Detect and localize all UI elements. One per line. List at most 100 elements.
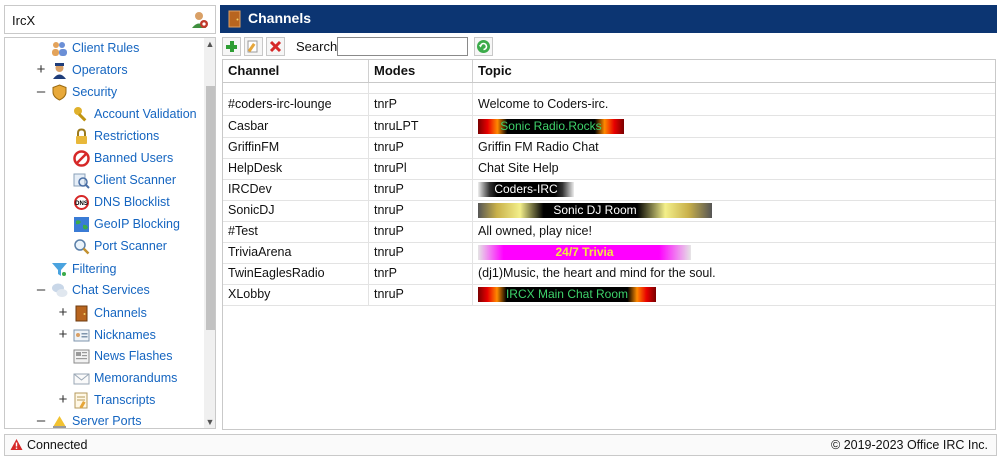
tree-item-transcripts[interactable]: Transcripts [73, 390, 155, 410]
table-row[interactable]: XLobby tnruP IRCX Main Chat Room [223, 284, 995, 306]
table-row[interactable]: SonicDJ tnruP Sonic DJ Room [223, 200, 995, 222]
tree-item-server-ports[interactable]: Server Ports [51, 411, 141, 428]
tree-item-banned-users[interactable]: Banned Users [73, 148, 173, 168]
tree-scrollbar[interactable]: ▲ ▼ [204, 38, 215, 428]
channel-cell: #Test [223, 221, 369, 242]
scroll-down-icon[interactable]: ▼ [204, 416, 215, 428]
grid-spacer-row [223, 83, 995, 94]
user-settings-icon[interactable] [191, 11, 209, 29]
topic-cell: Griffin FM Radio Chat [478, 140, 599, 154]
tree-item-nicknames[interactable]: Nicknames [73, 325, 156, 345]
scroll-thumb[interactable] [206, 86, 215, 330]
delete-icon [269, 40, 282, 53]
plus-icon [226, 41, 237, 52]
topic-banner: 24/7 Trivia [478, 245, 691, 261]
channel-cell: IRCDev [223, 179, 369, 200]
channel-cell: TwinEaglesRadio [223, 263, 369, 284]
tree-item-channels[interactable]: Channels [73, 303, 147, 323]
modes-cell: tnrP [369, 263, 473, 284]
table-row[interactable]: GriffinFM tnruP Griffin FM Radio Chat [223, 137, 995, 159]
channel-cell: XLobby [223, 284, 369, 305]
tree-item-operators[interactable]: Operators [51, 60, 128, 80]
channel-door-icon [75, 305, 88, 321]
channel-cell: TriviaArena [223, 242, 369, 263]
channel-cell: GriffinFM [223, 137, 369, 158]
topic-cell: All owned, play nice! [478, 224, 592, 238]
id-card-icon [73, 329, 90, 341]
column-header-channel[interactable]: Channel [223, 60, 369, 82]
topic-banner: Sonic DJ Room [478, 203, 712, 219]
channel-cell: HelpDesk [223, 158, 369, 179]
modes-cell: tnruP [369, 284, 473, 305]
toolbar: Search: [220, 36, 997, 58]
modes-cell: tnrP [369, 94, 473, 115]
operator-icon [53, 62, 66, 79]
topic-cell: Sonic Radio.Rocks [473, 116, 995, 137]
tree-item-filtering[interactable]: Filtering [51, 259, 116, 279]
delete-button[interactable] [266, 37, 285, 56]
expand-transcripts-toggle[interactable]: + [57, 390, 69, 410]
expand-channels-toggle[interactable]: + [57, 303, 69, 323]
tree-item-chat-services[interactable]: Chat Services [51, 280, 150, 300]
topic-banner: Coders-IRC [478, 182, 574, 198]
modes-cell: tnruP [369, 200, 473, 221]
tree-item-memorandums[interactable]: Memorandums [73, 368, 177, 388]
modes-cell: tnruP [369, 137, 473, 158]
table-row[interactable]: TwinEaglesRadio tnrP (dj1)Music, the hea… [223, 263, 995, 285]
tree-item-restrictions[interactable]: Restrictions [73, 126, 159, 146]
chat-icon [52, 283, 68, 297]
collapse-security-toggle[interactable]: – [35, 82, 47, 102]
tree-item-dns-blocklist[interactable]: DNS DNS Blocklist [73, 192, 170, 212]
tree-item-client-rules[interactable]: Client Rules [51, 38, 139, 58]
refresh-button[interactable] [474, 37, 493, 56]
table-row[interactable]: #Test tnruP All owned, play nice! [223, 221, 995, 243]
table-row[interactable]: #coders-irc-lounge tnrP Welcome to Coder… [223, 94, 995, 116]
topic-cell: (dj1)Music, the heart and mind for the s… [478, 266, 716, 280]
dns-block-icon: DNS [74, 194, 89, 210]
edit-button[interactable] [244, 37, 263, 56]
column-header-modes[interactable]: Modes [369, 60, 473, 82]
topic-cell: Chat Site Help [478, 161, 559, 175]
table-row[interactable]: IRCDev tnruP Coders-IRC [223, 179, 995, 201]
svg-text:DNS: DNS [75, 201, 88, 207]
scroll-up-icon[interactable]: ▲ [204, 38, 215, 50]
column-header-topic[interactable]: Topic [473, 60, 995, 82]
search-label: Search: [296, 39, 341, 54]
topic-cell: IRCX Main Chat Room [473, 284, 995, 305]
channels-grid: Channel Modes Topic #coders-irc-lounge t… [222, 59, 996, 430]
edit-icon [247, 40, 258, 53]
tree-item-port-scanner[interactable]: Port Scanner [73, 236, 167, 256]
tree-item-security[interactable]: Security [51, 82, 117, 102]
connection-status: Connected [27, 438, 88, 452]
tree-item-account-validation[interactable]: Account Validation [73, 104, 197, 124]
expand-nicknames-toggle[interactable]: + [57, 325, 69, 345]
modes-cell: tnruP [369, 179, 473, 200]
table-row[interactable]: HelpDesk tnruPl Chat Site Help [223, 158, 995, 180]
channel-cell: Casbar [223, 116, 369, 137]
table-row[interactable]: TriviaArena tnruP 24/7 Trivia [223, 242, 995, 264]
ban-icon [73, 149, 90, 167]
table-row[interactable]: Casbar tnruLPT Sonic Radio.Rocks [223, 116, 995, 138]
filter-icon [52, 262, 67, 276]
transcript-icon [74, 392, 88, 409]
grid-header: Channel Modes Topic [223, 60, 995, 83]
tree-item-geoip-blocking[interactable]: GeoIP Blocking [73, 214, 180, 234]
app-title: IrcX [12, 13, 36, 28]
key-icon [74, 106, 87, 121]
server-ports-icon [53, 415, 66, 428]
channel-cell: #coders-irc-lounge [223, 94, 369, 115]
tree-item-news-flashes[interactable]: News Flashes [73, 346, 173, 366]
app-header: IrcX [4, 5, 216, 34]
collapse-server-ports-toggle[interactable]: – [35, 411, 47, 428]
search-input[interactable] [337, 37, 468, 56]
modes-cell: tnruLPT [369, 116, 473, 137]
warning-icon [10, 439, 23, 450]
panel-title: Channels [248, 10, 312, 26]
channel-cell: SonicDJ [223, 200, 369, 221]
expand-operators-toggle[interactable]: + [35, 60, 47, 80]
tree-item-client-scanner[interactable]: Client Scanner [73, 170, 176, 190]
collapse-chat-services-toggle[interactable]: – [35, 280, 47, 300]
copyright-text: © 2019-2023 Office IRC Inc. [831, 438, 988, 452]
topic-cell: Sonic DJ Room [473, 200, 995, 221]
add-button[interactable] [222, 37, 241, 56]
